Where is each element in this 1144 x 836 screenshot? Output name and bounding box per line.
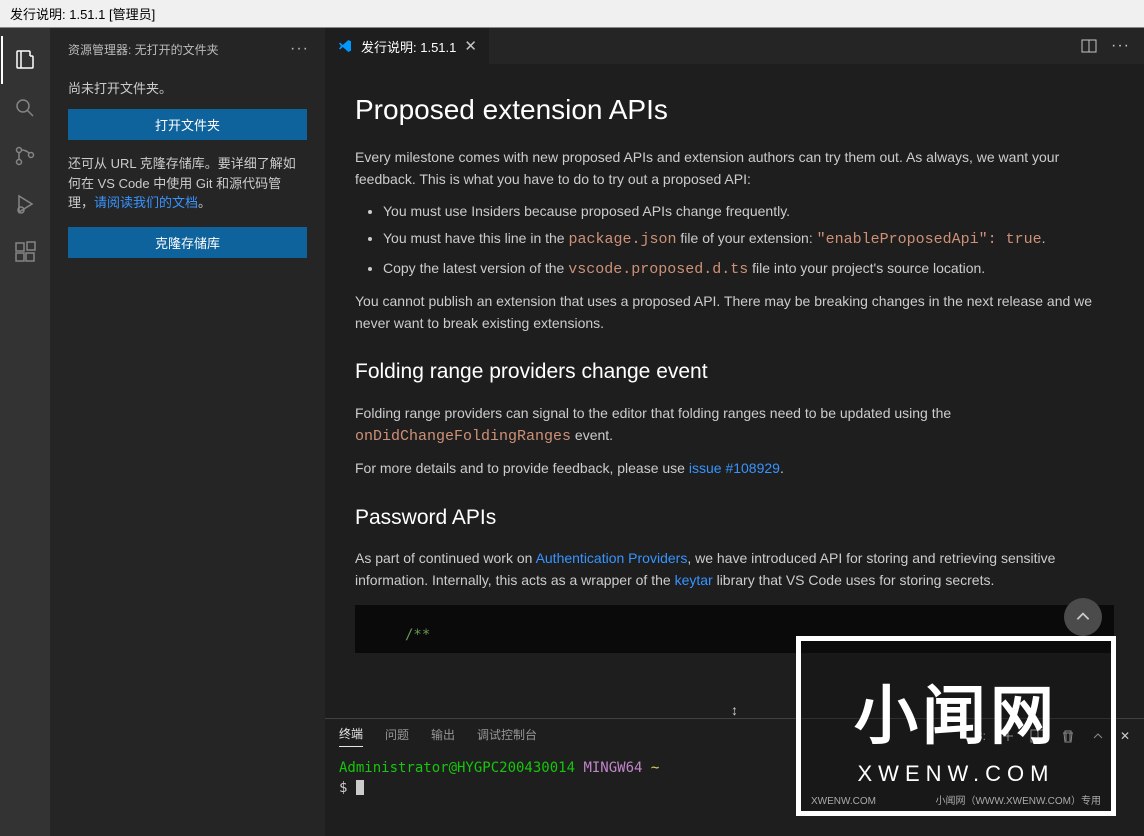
activity-bar bbox=[0, 28, 50, 836]
window-title: 发行说明: 1.51.1 [管理员] bbox=[10, 7, 155, 22]
folding-paragraph: Folding range providers can signal to th… bbox=[355, 403, 1114, 448]
steps-list: You must use Insiders because proposed A… bbox=[383, 201, 1114, 281]
source-control-icon[interactable] bbox=[1, 132, 49, 180]
auth-providers-link[interactable]: Authentication Providers bbox=[536, 550, 688, 566]
close-icon[interactable]: ✕ bbox=[464, 37, 477, 55]
list-item: You must use Insiders because proposed A… bbox=[383, 201, 1114, 223]
kill-terminal-icon[interactable] bbox=[1060, 728, 1076, 744]
terminal-selector[interactable]: 3: bbox=[976, 729, 986, 743]
more-actions-icon[interactable]: ··· bbox=[1111, 37, 1130, 55]
open-folder-button[interactable]: 打开文件夹 bbox=[68, 109, 307, 140]
tab-terminal[interactable]: 终端 bbox=[339, 725, 363, 747]
split-terminal-icon[interactable] bbox=[1030, 728, 1046, 744]
scroll-top-button[interactable] bbox=[1064, 598, 1102, 636]
heading-folding: Folding range providers change event bbox=[355, 356, 1114, 389]
panel-resize-handle[interactable]: ↕ bbox=[325, 702, 1144, 718]
release-notes-content[interactable]: Proposed extension APIs Every milestone … bbox=[325, 64, 1144, 702]
tab-release-notes[interactable]: 发行说明: 1.51.1 ✕ bbox=[325, 28, 490, 64]
panel-actions: 3: ✕ bbox=[976, 728, 1130, 744]
feedback-paragraph: For more details and to provide feedback… bbox=[355, 458, 1114, 480]
tab-bar: 发行说明: 1.51.1 ✕ ··· bbox=[325, 28, 1144, 64]
sidebar-header: 资源管理器: 无打开的文件夹 ··· bbox=[50, 36, 325, 66]
keytar-link[interactable]: keytar bbox=[675, 572, 713, 588]
terminal-prompt: $ bbox=[339, 780, 347, 796]
password-paragraph: As part of continued work on Authenticat… bbox=[355, 548, 1114, 591]
more-icon[interactable]: ··· bbox=[290, 40, 309, 58]
panel-tabs: 终端 问题 输出 调试控制台 3: ✕ bbox=[325, 719, 1144, 753]
vscode-icon bbox=[337, 38, 353, 54]
new-terminal-icon[interactable] bbox=[1000, 728, 1016, 744]
list-item: You must have this line in the package.j… bbox=[383, 228, 1114, 251]
search-icon[interactable] bbox=[1, 84, 49, 132]
docs-link[interactable]: 请阅读我们的文档 bbox=[94, 195, 198, 210]
clone-help-text: 还可从 URL 克隆存储库。要详细了解如何在 VS Code 中使用 Git 和… bbox=[68, 154, 307, 213]
heading-proposed-apis: Proposed extension APIs bbox=[355, 88, 1114, 131]
bottom-panel: 终端 问题 输出 调试控制台 3: ✕ Administrator@HYGPC2… bbox=[325, 718, 1144, 836]
run-debug-icon[interactable] bbox=[1, 180, 49, 228]
explorer-icon[interactable] bbox=[1, 36, 49, 84]
sidebar-body: 尚未打开文件夹。 打开文件夹 还可从 URL 克隆存储库。要详细了解如何在 VS… bbox=[50, 66, 325, 276]
close-panel-icon[interactable]: ✕ bbox=[1120, 729, 1130, 743]
tab-problems[interactable]: 问题 bbox=[385, 726, 409, 747]
main-area: 资源管理器: 无打开的文件夹 ··· 尚未打开文件夹。 打开文件夹 还可从 UR… bbox=[0, 28, 1144, 836]
issue-link[interactable]: issue #108929 bbox=[689, 460, 780, 476]
tab-label: 发行说明: 1.51.1 bbox=[361, 37, 456, 56]
intro-paragraph: Every milestone comes with new proposed … bbox=[355, 147, 1114, 190]
editor-actions: ··· bbox=[1081, 28, 1144, 64]
extensions-icon[interactable] bbox=[1, 228, 49, 276]
window-title-bar: 发行说明: 1.51.1 [管理员] bbox=[0, 0, 1144, 28]
tab-debug-console[interactable]: 调试控制台 bbox=[477, 726, 537, 747]
clone-repo-button[interactable]: 克隆存储库 bbox=[68, 227, 307, 258]
split-editor-icon[interactable] bbox=[1081, 38, 1097, 54]
terminal-system: MINGW64 bbox=[583, 760, 642, 776]
no-folder-message: 尚未打开文件夹。 bbox=[68, 78, 307, 97]
heading-password: Password APIs bbox=[355, 502, 1114, 535]
sidebar: 资源管理器: 无打开的文件夹 ··· 尚未打开文件夹。 打开文件夹 还可从 UR… bbox=[50, 28, 325, 836]
terminal-cursor bbox=[356, 780, 364, 795]
terminal-output[interactable]: Administrator@HYGPC200430014 MINGW64 ~ $ bbox=[325, 753, 1144, 804]
code-block: /** bbox=[355, 605, 1114, 653]
list-item: Copy the latest version of the vscode.pr… bbox=[383, 258, 1114, 281]
terminal-user: Administrator@HYGPC200430014 bbox=[339, 760, 575, 776]
editor-area: 发行说明: 1.51.1 ✕ ··· Proposed extension AP… bbox=[325, 28, 1144, 836]
terminal-path: ~ bbox=[651, 760, 659, 776]
warning-paragraph: You cannot publish an extension that use… bbox=[355, 291, 1114, 334]
sidebar-title: 资源管理器: 无打开的文件夹 bbox=[68, 41, 219, 58]
tab-output[interactable]: 输出 bbox=[431, 726, 455, 747]
maximize-panel-icon[interactable] bbox=[1090, 728, 1106, 744]
